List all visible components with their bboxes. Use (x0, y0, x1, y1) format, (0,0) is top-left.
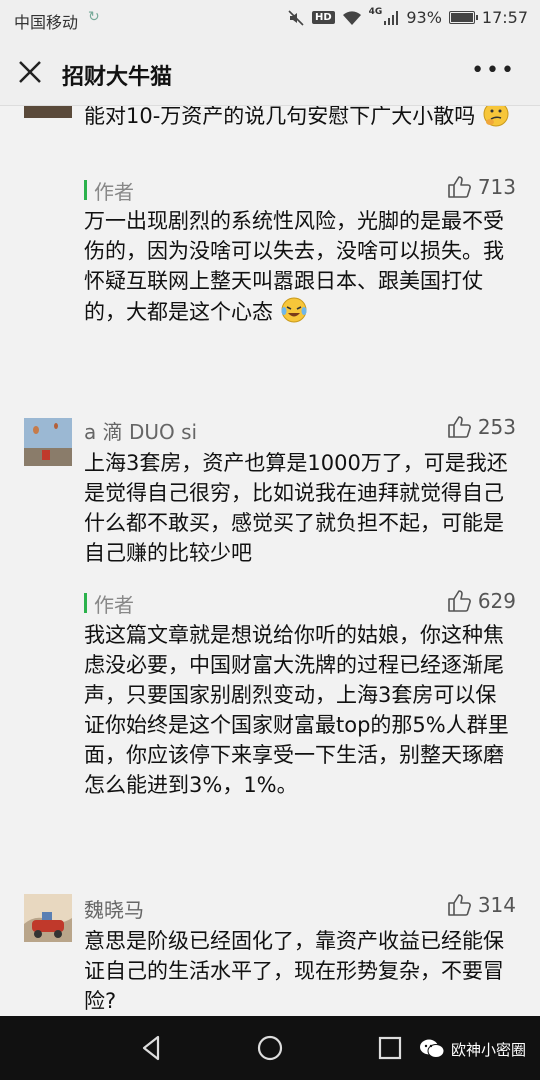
author-reply-text: 我这篇文章就是想说给你听的姑娘，你这种焦虑没必要，中国财富大洗牌的过程已经逐渐尾… (84, 623, 509, 797)
mute-icon (288, 9, 304, 26)
thumbs-up-icon (448, 176, 471, 198)
app-header: 招财大牛猫 ••• (0, 38, 540, 106)
close-icon[interactable] (14, 56, 46, 88)
author-reply-marker (84, 180, 87, 200)
watermark: 欧神小密圈 (419, 1038, 526, 1060)
battery-icon (448, 11, 478, 24)
thumbs-up-icon (448, 416, 471, 438)
comment-text: 能对10-万资产的说几句安慰下广大小散吗 (84, 106, 514, 131)
battery-percent: 93% (406, 8, 442, 27)
hd-badge: HD (312, 11, 335, 24)
like-count: 629 (477, 589, 516, 613)
comment-text: 上海3套房，资产也算是1000万了，可是我还是觉得自己很穷，比如说我在迪拜就觉得… (84, 451, 508, 565)
author-reply-marker (84, 593, 87, 613)
author-label: 作者 (94, 180, 134, 204)
signal-icon (384, 10, 399, 25)
author-label: 作者 (94, 593, 134, 617)
battery-fill (450, 13, 474, 22)
commenter-avatar[interactable] (24, 894, 72, 942)
status-bar: 中国移动 ↻ HD 4G 93% 17:57 (0, 0, 540, 38)
sync-icon: ↻ (88, 9, 100, 25)
comment-list[interactable]: 能对10-万资产的说几句安慰下广大小散吗 作者 713 万一出现剧烈的系统性风险… (0, 106, 540, 1016)
watermark-text: 欧神小密圈 (450, 1040, 526, 1059)
thinking-emoji-icon (483, 106, 509, 127)
like-count: 713 (477, 175, 516, 199)
more-menu-icon[interactable]: ••• (471, 58, 516, 83)
like-button[interactable]: 629 (446, 588, 516, 614)
system-nav-bar: 欧神小密圈 (0, 1016, 540, 1080)
page-title: 招财大牛猫 (62, 65, 173, 90)
like-button[interactable]: 253 (446, 414, 516, 440)
author-reply-text: 万一出现剧烈的系统性风险，光脚的是最不受伤的，因为没啥可以失去，没啥可以损失。我… (84, 209, 504, 324)
wechat-icon (419, 1039, 445, 1058)
commenter-nickname[interactable]: a 滴 DUO si (84, 416, 197, 445)
thumbs-up-icon (448, 894, 471, 916)
like-count: 314 (477, 893, 516, 917)
status-icons: HD 4G 93% 17:57 (287, 6, 528, 27)
like-count: 253 (477, 415, 516, 439)
commenter-nickname[interactable]: 魏晓马 (84, 894, 144, 923)
comment-text: 意思是阶级已经固化了，靠资产收益已经能保证自己的生活水平了，现在形势复杂，不要冒… (84, 929, 504, 1013)
thumbs-up-icon (448, 590, 471, 612)
like-button[interactable]: 314 (446, 892, 516, 918)
like-button[interactable]: 713 (446, 174, 516, 200)
commenter-avatar[interactable] (24, 106, 72, 118)
wifi-icon (342, 10, 361, 25)
network-type: 4G (368, 6, 383, 17)
commenter-avatar[interactable] (24, 418, 72, 466)
recents-icon[interactable] (374, 1032, 406, 1064)
crying-laughing-emoji-icon (281, 297, 307, 323)
back-icon[interactable] (136, 1032, 168, 1064)
clock: 17:57 (481, 8, 528, 27)
home-icon[interactable] (254, 1032, 286, 1064)
carrier-name: 中国移动 (14, 13, 79, 32)
